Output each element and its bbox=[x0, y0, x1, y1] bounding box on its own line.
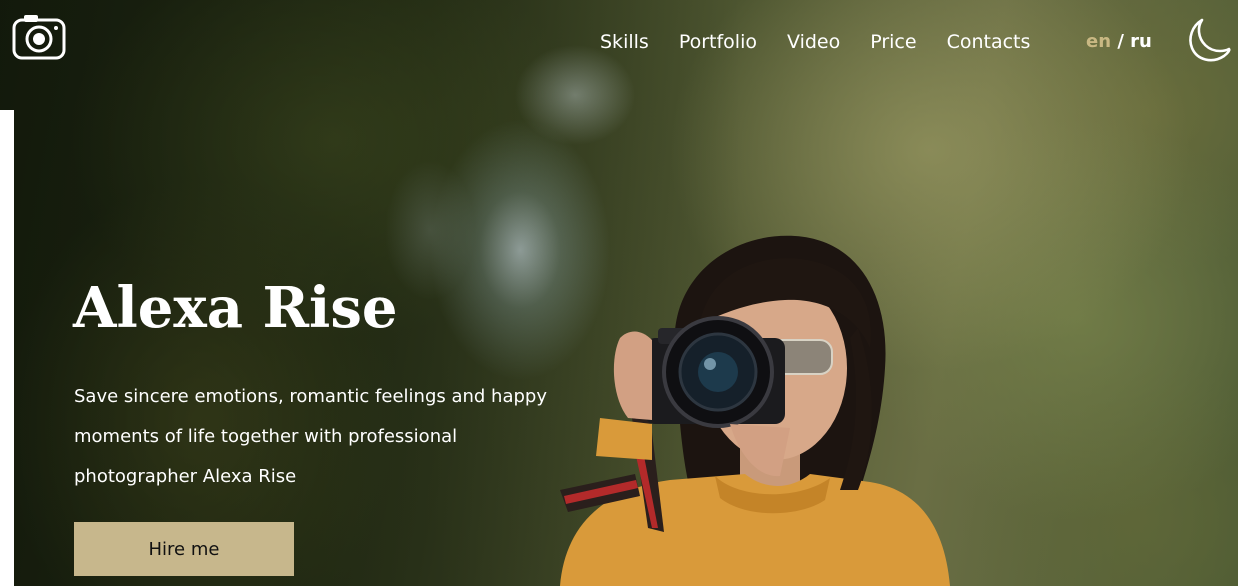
language-switcher: en / ru bbox=[1086, 28, 1152, 56]
lang-en-link[interactable]: en bbox=[1086, 31, 1111, 52]
lang-separator: / bbox=[1117, 31, 1124, 52]
moon-icon[interactable] bbox=[1182, 16, 1232, 66]
hero-description: Save sincere emotions, romantic feelings… bbox=[74, 386, 548, 487]
hire-me-button[interactable]: Hire me bbox=[74, 522, 294, 576]
photographer-with-camera-image bbox=[560, 235, 950, 586]
camera-icon[interactable] bbox=[12, 14, 66, 60]
lang-ru-link[interactable]: ru bbox=[1130, 31, 1152, 52]
nav-link-skills[interactable]: Skills bbox=[600, 28, 649, 56]
page: Skills Portfolio Video Price Contacts en… bbox=[0, 0, 1242, 586]
nav-link-portfolio[interactable]: Portfolio bbox=[679, 28, 757, 56]
main-nav: Skills Portfolio Video Price Contacts bbox=[600, 28, 1060, 56]
nav-link-price[interactable]: Price bbox=[870, 28, 916, 56]
hero-title: Alexa Rise bbox=[73, 275, 398, 341]
nav-link-contacts[interactable]: Contacts bbox=[947, 28, 1031, 56]
nav-link-video[interactable]: Video bbox=[787, 28, 840, 56]
